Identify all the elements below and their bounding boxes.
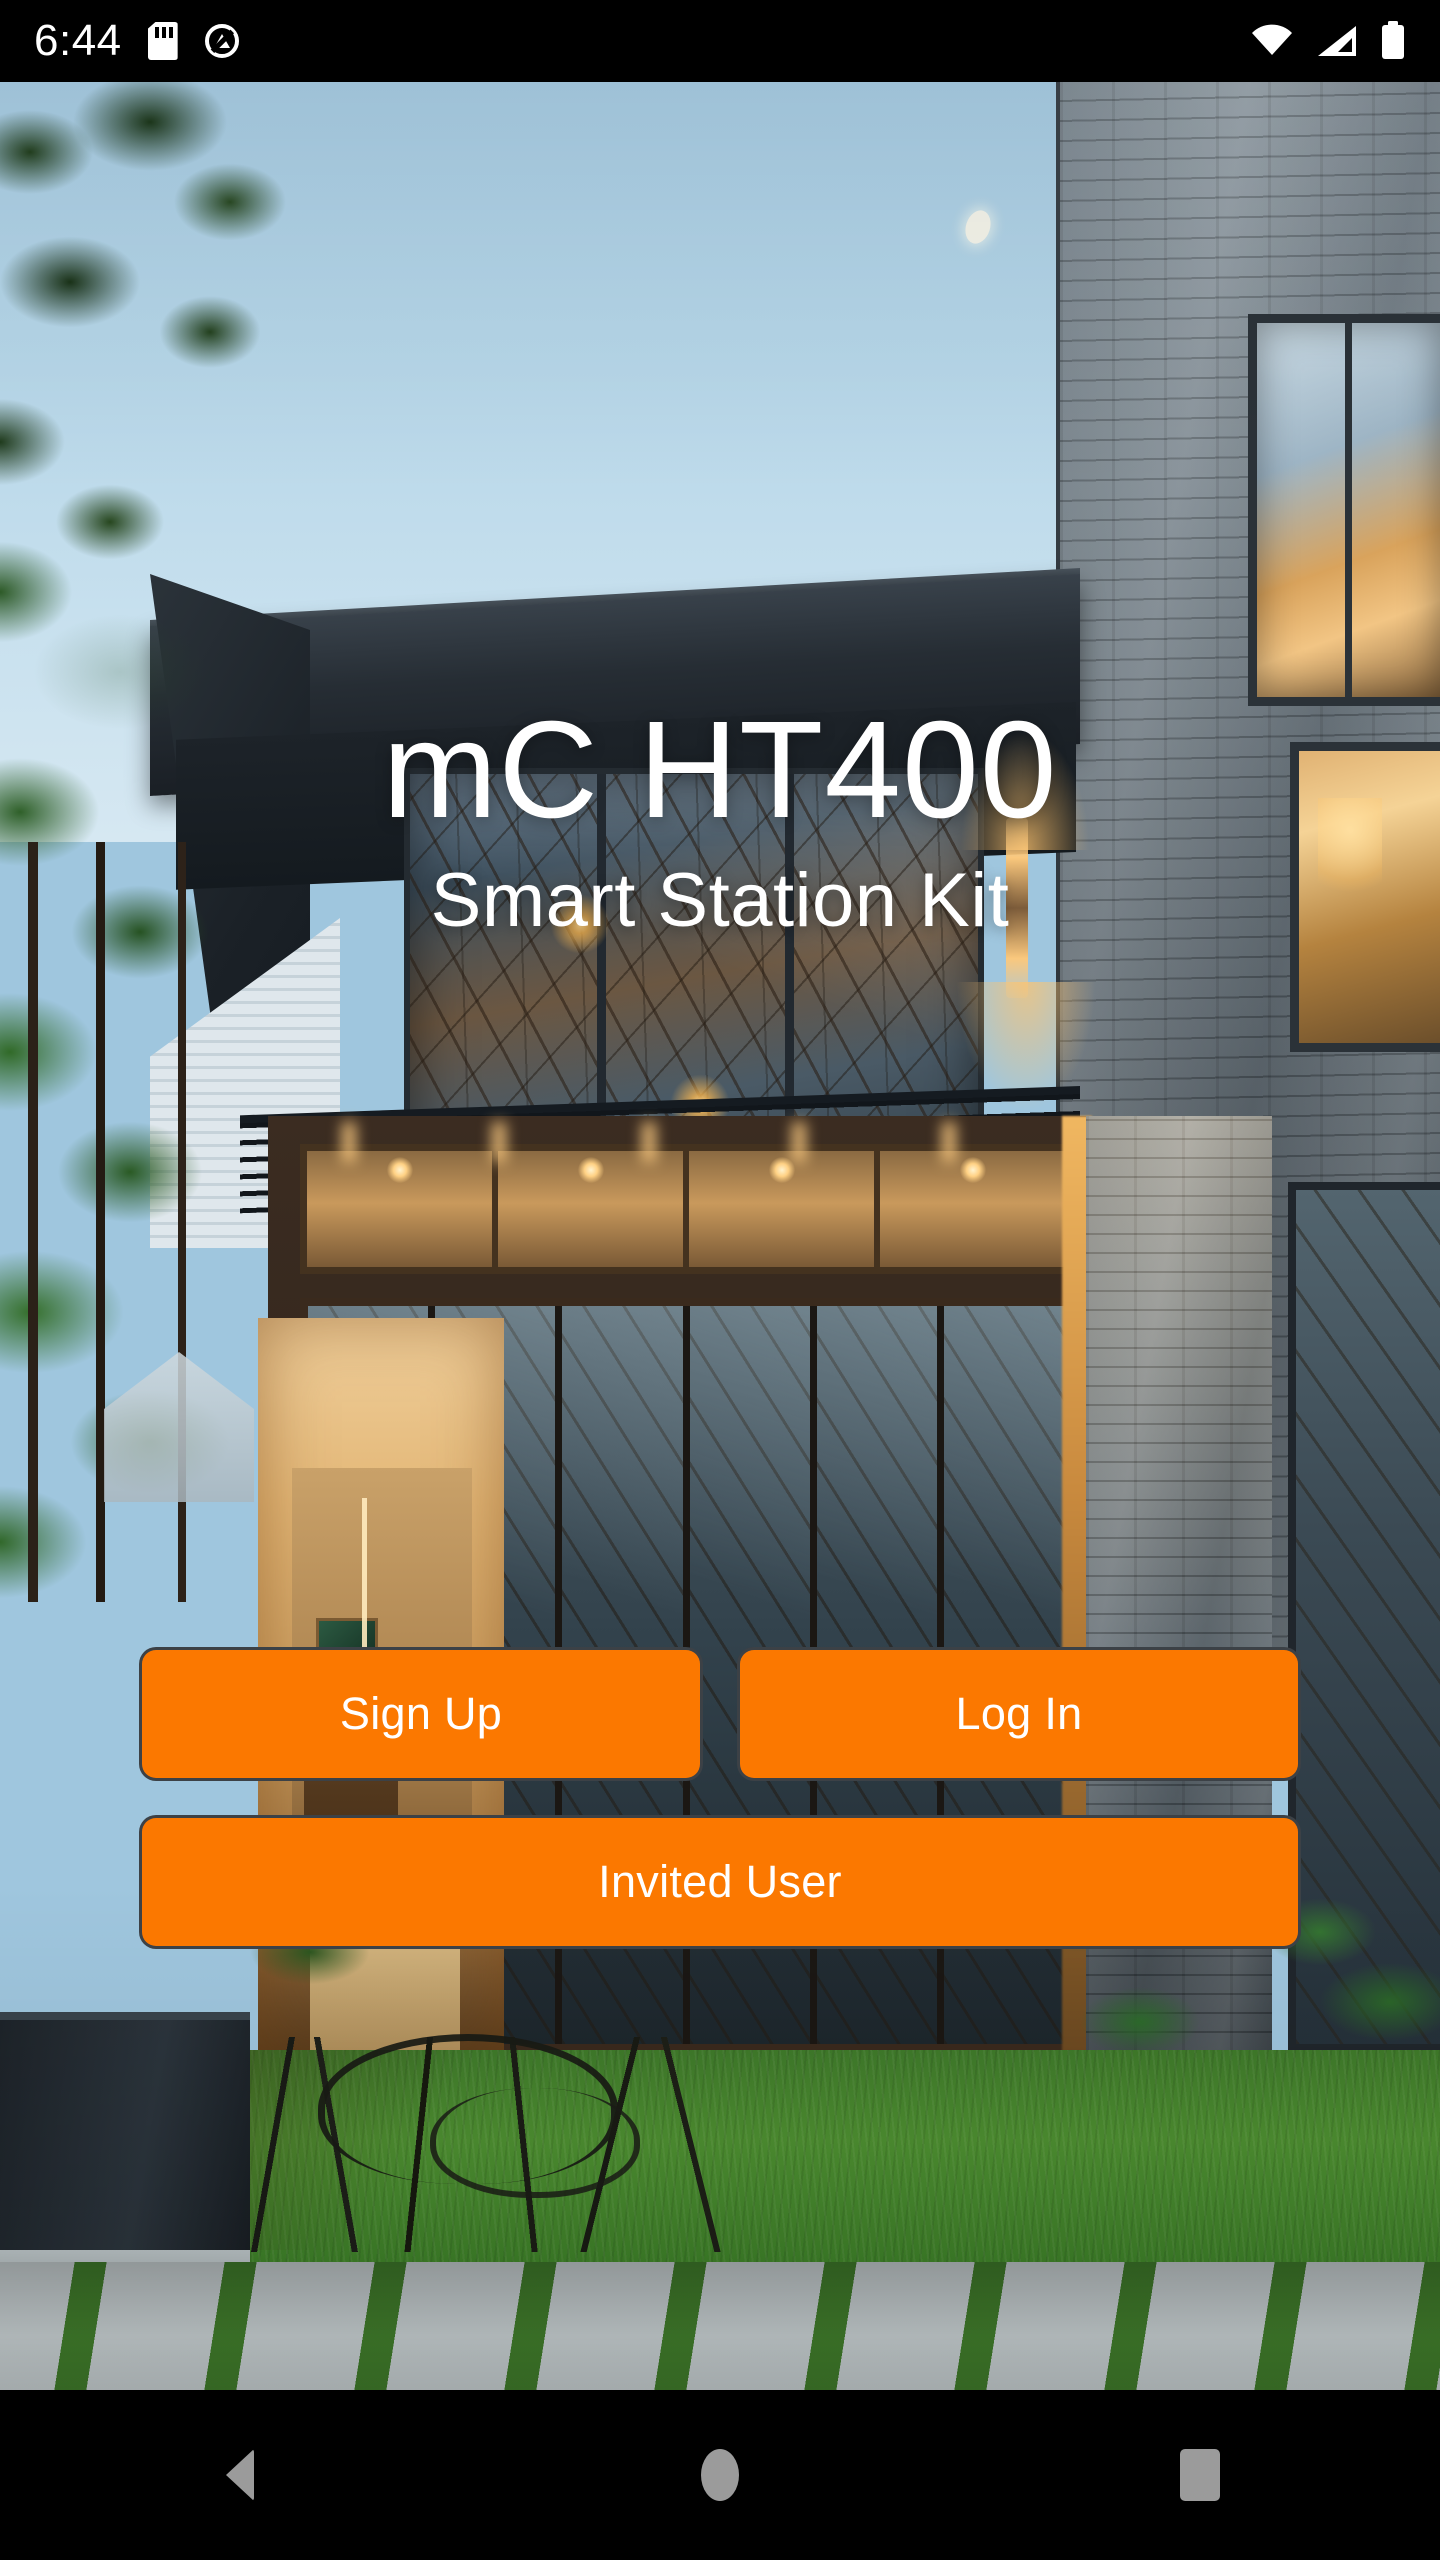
sign-up-button[interactable]: Sign Up bbox=[142, 1650, 700, 1778]
auth-actions: Sign Up Log In Invited User bbox=[142, 1650, 1298, 1946]
eave-downlights bbox=[282, 1122, 1092, 1162]
back-triangle-icon bbox=[226, 2449, 254, 2501]
cellular-signal-icon bbox=[1316, 24, 1358, 58]
status-bar-left: 6:44 bbox=[34, 19, 240, 63]
status-bar-clock: 6:44 bbox=[34, 16, 122, 65]
sd-card-icon bbox=[147, 22, 178, 60]
app-screen: 6:44 mC HT400 Smart Station Kit Sign Up … bbox=[0, 0, 1440, 2560]
nav-home-button[interactable] bbox=[650, 2420, 790, 2530]
log-in-button[interactable]: Log In bbox=[740, 1650, 1298, 1778]
patio-chair-back bbox=[430, 2088, 640, 2198]
invited-user-button[interactable]: Invited User bbox=[142, 1818, 1298, 1946]
stone-walkway bbox=[0, 2262, 1440, 2390]
hero-background-image bbox=[0, 82, 1440, 2390]
auth-buttons-row: Sign Up Log In bbox=[142, 1650, 1298, 1778]
home-circle-icon bbox=[701, 2449, 739, 2501]
battery-icon bbox=[1380, 21, 1406, 61]
recents-square-icon bbox=[1180, 2449, 1220, 2501]
nav-back-button[interactable] bbox=[170, 2420, 310, 2530]
android-navigation-bar bbox=[0, 2390, 1440, 2560]
chandelier-glow bbox=[1318, 798, 1382, 906]
wifi-icon bbox=[1250, 24, 1294, 58]
do-not-disturb-icon bbox=[204, 23, 240, 59]
nav-recents-button[interactable] bbox=[1130, 2420, 1270, 2530]
status-bar-right bbox=[1250, 21, 1406, 61]
status-bar: 6:44 bbox=[0, 0, 1440, 82]
wall-sconce bbox=[1006, 818, 1028, 998]
transom-windows bbox=[300, 1144, 1072, 1274]
upper-right-window bbox=[1248, 314, 1440, 706]
